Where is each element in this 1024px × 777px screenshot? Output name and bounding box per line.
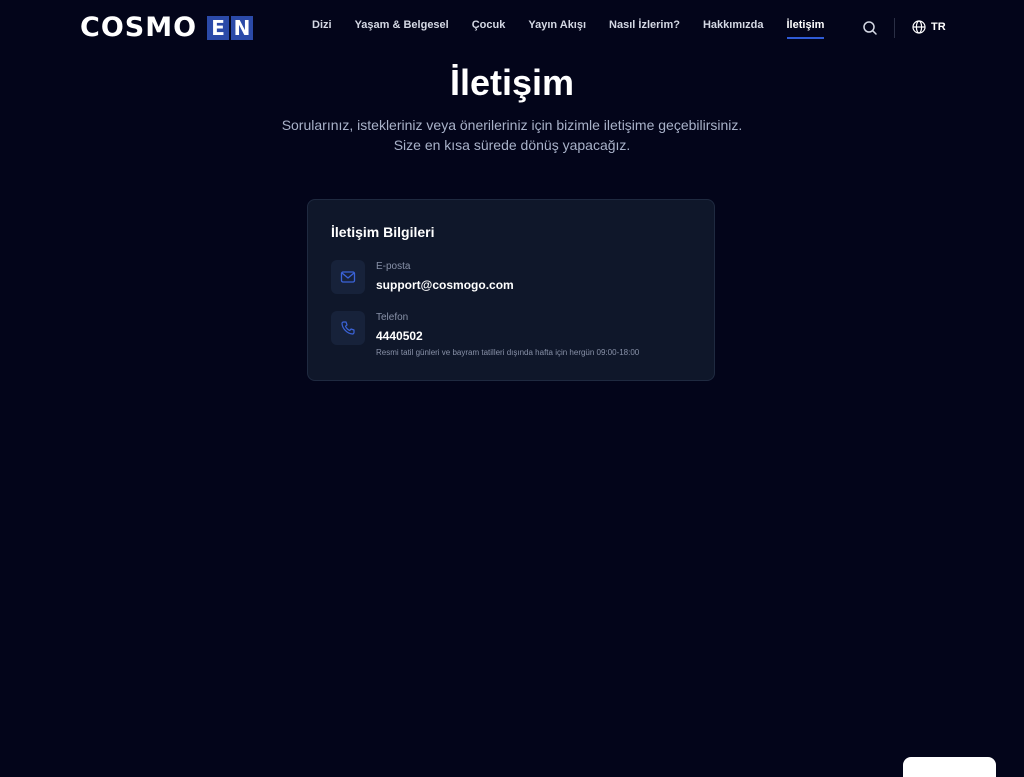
page-title: İletişim (449, 62, 575, 103)
phone-label: Telefon (376, 312, 409, 323)
phone-value[interactable]: 4440502 (376, 329, 423, 343)
site-header: COSMO E N Dizi Yaşam & Belgesel Çocuk Ya… (0, 0, 1024, 56)
nav-item-hakkimizda[interactable]: Hakkımızda (703, 19, 764, 39)
search-button[interactable] (862, 20, 878, 36)
email-label: E-posta (376, 261, 411, 272)
language-selector[interactable]: TR (912, 20, 946, 34)
subtitle-line-2: Size en kısa sürede dönüş yapacağız. (393, 137, 631, 153)
logo-badge-letter-2: N (231, 16, 254, 40)
nav-item-yayin-akisi[interactable]: Yayın Akışı (528, 19, 586, 39)
nav-item-yasam-belgesel[interactable]: Yaşam & Belgesel (355, 19, 449, 39)
contact-info-card: İletişim Bilgileri E-posta support@cosmo… (307, 199, 715, 381)
nav-item-cocuk[interactable]: Çocuk (472, 19, 506, 39)
phone-hours-note: Resmi tatil günleri ve bayram tatilleri … (376, 348, 640, 357)
page-subtitle: Sorularınız, istekleriniz veya önerileri… (0, 115, 1024, 155)
nav-item-dizi[interactable]: Dizi (312, 19, 332, 39)
main-nav: Dizi Yaşam & Belgesel Çocuk Yayın Akışı … (312, 19, 847, 39)
subtitle-line-1: Sorularınız, istekleriniz veya önerileri… (281, 117, 743, 133)
phone-icon (341, 321, 355, 335)
email-icon-box (331, 260, 365, 294)
logo[interactable]: COSMO E N (80, 12, 254, 43)
search-icon (863, 21, 877, 35)
nav-item-nasil-izlerim[interactable]: Nasıl İzlerim? (609, 19, 680, 39)
mail-icon (340, 271, 356, 283)
logo-badge: E N (207, 16, 254, 40)
chat-widget-tab[interactable] (903, 757, 996, 777)
logo-badge-letter-1: E (207, 16, 230, 40)
language-label: TR (931, 21, 946, 33)
logo-text: COSMO (80, 12, 198, 43)
email-value[interactable]: support@cosmogo.com (376, 278, 514, 292)
phone-icon-box (331, 311, 365, 345)
header-divider (894, 18, 895, 38)
card-title: İletişim Bilgileri (331, 224, 435, 240)
globe-icon (912, 20, 926, 34)
nav-item-iletisim[interactable]: İletişim (786, 19, 825, 39)
